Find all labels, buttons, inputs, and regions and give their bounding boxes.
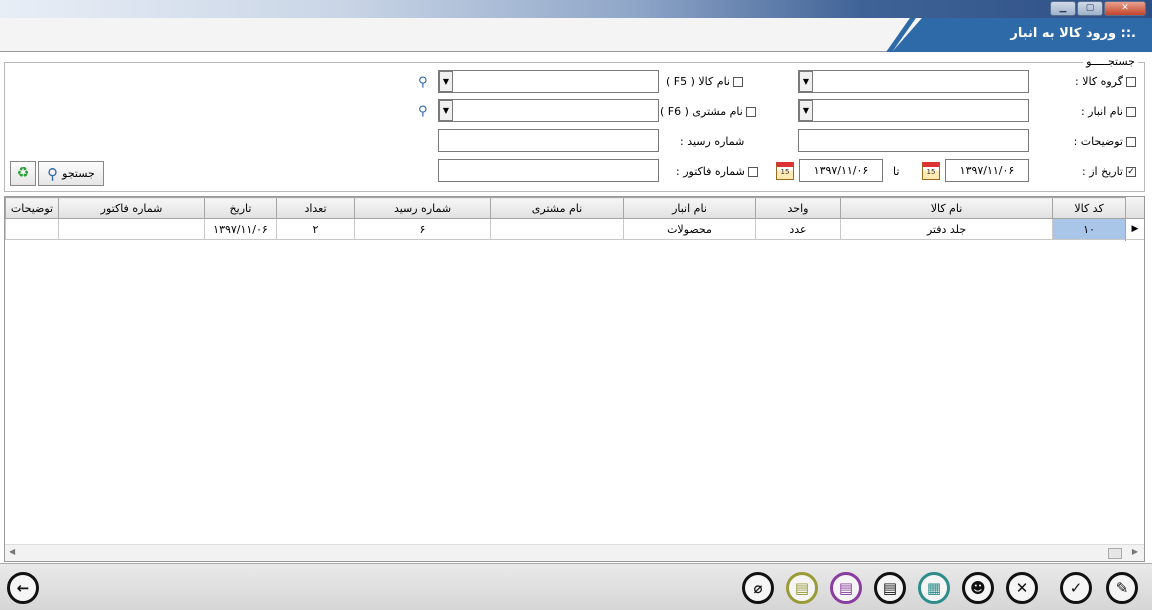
form-header: .:: ورود کالا به انبار <box>0 18 1152 52</box>
column-header[interactable]: تاریخ <box>204 197 277 219</box>
user-icon: ☻ <box>970 579 986 597</box>
invoice-number-input[interactable] <box>438 159 659 182</box>
edit-icon: ✎ <box>1115 579 1129 597</box>
warehouse-select[interactable] <box>798 99 1029 122</box>
back-icon: ← <box>16 579 30 597</box>
attachment-button[interactable]: ⌀ <box>742 572 774 604</box>
print-button[interactable]: ▤ <box>874 572 906 604</box>
invoice-number-label: شماره فاکتور : <box>676 165 758 178</box>
table-cell-selected[interactable]: ۱۰ <box>1052 218 1126 240</box>
invoice-number-checkbox[interactable] <box>747 167 758 177</box>
table-cell[interactable] <box>58 218 205 240</box>
search-icon[interactable]: ⚲ <box>418 104 432 119</box>
confirm-icon: ✓ <box>1069 579 1083 597</box>
print-purple-button[interactable]: ▤ <box>830 572 862 604</box>
customer-name-select[interactable] <box>438 99 659 122</box>
column-header[interactable]: نام انبار <box>623 197 756 219</box>
chevron-down-icon[interactable]: ▼ <box>439 71 453 92</box>
search-button[interactable]: جستجو ⚲ <box>38 161 104 186</box>
table-header-row: توضیحات شماره فاکتور تاریخ تعداد شماره ر… <box>5 197 1126 219</box>
footer-toolbar: ← ⌀ ▤ ▤ ▤ ▦ ☻ ✕ ✓ ✎ <box>0 563 1152 610</box>
column-header[interactable]: توضیحات <box>5 197 59 219</box>
table-cell[interactable] <box>490 218 624 240</box>
window-controls: ▁ ▢ ✕ <box>1049 1 1146 16</box>
customer-name-label: نام مشتری ( F6 ) <box>660 105 756 118</box>
date-to-label: تا <box>893 165 900 178</box>
chevron-down-icon[interactable]: ▼ <box>799 71 813 92</box>
page-title: .:: ورود کالا به انبار <box>1010 26 1136 41</box>
user-button[interactable]: ☻ <box>962 572 994 604</box>
receipt-number-label: شماره رسید : <box>680 135 745 148</box>
scroll-left-icon[interactable]: ◀ <box>9 547 15 556</box>
calendar-icon[interactable]: 15 <box>776 162 794 180</box>
table-cell[interactable]: ۶ <box>354 218 491 240</box>
maximize-button[interactable]: ▢ <box>1077 1 1103 16</box>
column-header[interactable]: نام کالا <box>840 197 1053 219</box>
date-from-label: ✓تاریخ از : <box>1082 165 1136 178</box>
print-olive-icon: ▤ <box>794 579 810 597</box>
column-header[interactable]: کد کالا <box>1052 197 1126 219</box>
table-cell[interactable]: عدد <box>755 218 841 240</box>
date-from-input[interactable]: ۱۳۹۷/۱۱/۰۶ <box>945 159 1029 182</box>
product-group-label: گروه کالا : <box>1075 75 1136 88</box>
print-olive-button[interactable]: ▤ <box>786 572 818 604</box>
table-cell[interactable]: محصولات <box>623 218 756 240</box>
scrollbar-thumb[interactable] <box>1108 548 1122 559</box>
scroll-right-icon[interactable]: ▶ <box>1132 547 1138 556</box>
results-grid: توضیحات شماره فاکتور تاریخ تعداد شماره ر… <box>4 196 1145 562</box>
confirm-button[interactable]: ✓ <box>1060 572 1092 604</box>
column-header[interactable]: شماره فاکتور <box>58 197 205 219</box>
product-name-checkbox[interactable] <box>733 77 743 87</box>
receipt-number-input[interactable] <box>438 129 659 152</box>
attachment-icon: ⌀ <box>753 579 763 597</box>
table-cell[interactable] <box>5 218 59 240</box>
date-to-input[interactable]: ۱۳۹۷/۱۱/۰۶ <box>799 159 883 182</box>
product-name-select[interactable] <box>438 70 659 93</box>
row-indicator-column: ▶ <box>1125 197 1144 241</box>
horizontal-scrollbar[interactable]: ◀ ▶ <box>5 544 1144 561</box>
print-purple-icon: ▤ <box>838 579 854 597</box>
description-input[interactable] <box>798 129 1029 152</box>
customer-name-checkbox[interactable] <box>745 107 756 117</box>
report-icon: ▦ <box>926 579 942 597</box>
edit-button[interactable]: ✎ <box>1106 572 1138 604</box>
date-from-checkbox[interactable]: ✓ <box>1126 167 1136 177</box>
warehouse-label: نام انبار : <box>1081 105 1136 118</box>
close-button[interactable]: ✕ <box>1104 1 1146 16</box>
window-titlebar: ▁ ▢ ✕ <box>0 0 1152 18</box>
description-checkbox[interactable] <box>1126 137 1136 147</box>
product-group-select[interactable] <box>798 70 1029 93</box>
delete-button[interactable]: ✕ <box>1006 572 1038 604</box>
warehouse-checkbox[interactable] <box>1126 107 1136 117</box>
delete-icon: ✕ <box>1015 579 1029 597</box>
search-icon: ⚲ <box>47 164 59 183</box>
column-header[interactable]: واحد <box>755 197 841 219</box>
recycle-icon: ♻ <box>16 165 30 181</box>
search-icon[interactable]: ⚲ <box>418 75 432 90</box>
product-group-checkbox[interactable] <box>1126 77 1136 87</box>
print-icon: ▤ <box>882 579 898 597</box>
results-table: توضیحات شماره فاکتور تاریخ تعداد شماره ر… <box>5 197 1126 240</box>
table-cell[interactable]: جلد دفتر <box>840 218 1053 240</box>
chevron-down-icon[interactable]: ▼ <box>799 100 813 121</box>
column-header[interactable]: تعداد <box>276 197 355 219</box>
table-row[interactable]: ۱۳۹۷/۱۱/۰۶ ۲ ۶ محصولات عدد جلد دفتر ۱۰ <box>5 218 1126 240</box>
table-cell[interactable]: ۱۳۹۷/۱۱/۰۶ <box>204 218 277 240</box>
report-button[interactable]: ▦ <box>918 572 950 604</box>
calendar-icon[interactable]: 15 <box>922 162 940 180</box>
search-legend: جستجـــــو <box>1083 55 1138 68</box>
column-header[interactable]: شماره رسید <box>354 197 491 219</box>
chevron-down-icon[interactable]: ▼ <box>439 100 453 121</box>
column-header[interactable]: نام مشتری <box>490 197 624 219</box>
refresh-button[interactable]: ♻ <box>10 161 36 186</box>
product-name-label: نام کالا ( F5 ) <box>666 75 743 88</box>
back-button[interactable]: ← <box>7 572 39 604</box>
row-indicator-icon: ▶ <box>1126 219 1144 240</box>
minimize-button[interactable]: ▁ <box>1050 1 1076 16</box>
table-cell[interactable]: ۲ <box>276 218 355 240</box>
description-label: توضیحات : <box>1074 135 1136 148</box>
